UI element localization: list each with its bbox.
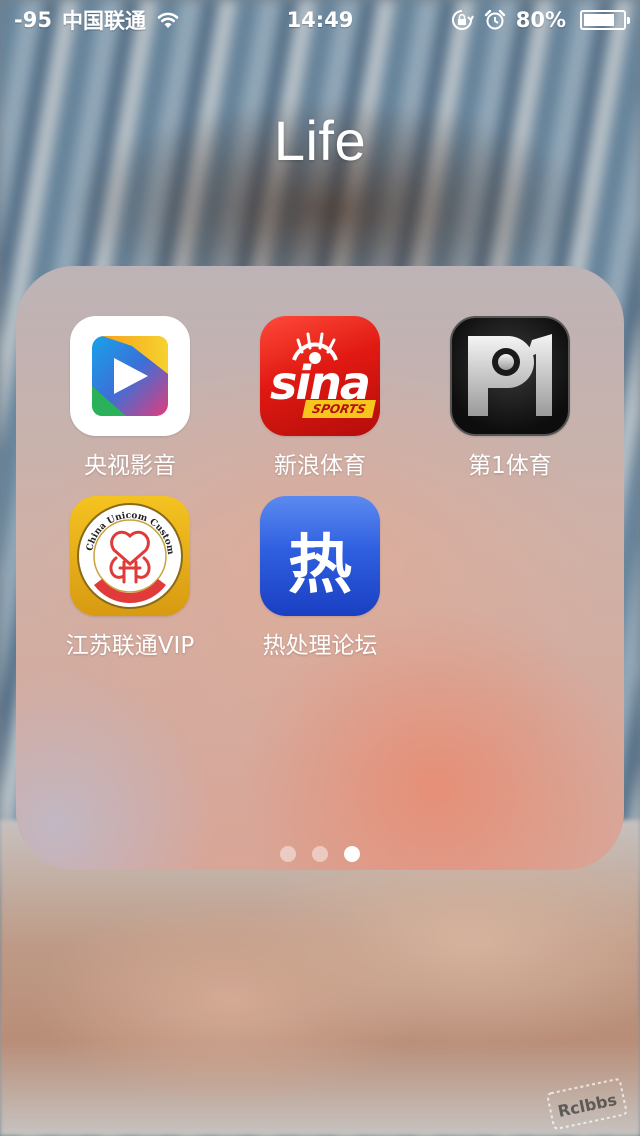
status-right: 80% (450, 8, 630, 32)
status-left: -95 中国联通 (14, 5, 180, 35)
folder-title[interactable]: Life (0, 108, 640, 173)
app-sina-sports[interactable]: sina SPORTS 新浪体育 (240, 316, 400, 486)
rotation-lock-icon (450, 8, 474, 32)
app-unicom-vip[interactable]: China Unicom Customer Club 江苏联通VIP (50, 496, 210, 666)
app-label: 热处理论坛 (262, 633, 378, 659)
app-heat-treatment-forum[interactable]: 热 热处理论坛 (240, 496, 400, 666)
app-cctv[interactable]: 央视影音 (50, 316, 210, 486)
app-di1-sports[interactable]: 第1体育 (430, 316, 590, 486)
app-label: 新浪体育 (274, 453, 366, 479)
heat-character: 热 (288, 529, 352, 603)
folder-panel: 央视影音 sina SPORTS 新浪体育 第1体育 China Unicom … (16, 266, 624, 870)
sina-sports-icon[interactable]: sina SPORTS (260, 316, 380, 436)
di1-sports-icon[interactable] (450, 316, 570, 436)
unicom-vip-icon[interactable]: China Unicom Customer Club (70, 496, 190, 616)
page-indicator[interactable] (16, 846, 624, 862)
cctv-icon[interactable] (70, 316, 190, 436)
page-dot[interactable] (312, 846, 328, 862)
battery-icon (580, 10, 630, 30)
page-dot-active[interactable] (344, 846, 360, 862)
battery-percentage: 80% (515, 8, 566, 32)
heat-treatment-forum-icon[interactable]: 热 (260, 496, 380, 616)
wifi-icon (156, 10, 180, 30)
page-dot[interactable] (280, 846, 296, 862)
watermark-text: Rclbbs (556, 1090, 618, 1121)
carrier-name: 中国联通 (61, 9, 146, 33)
battery-level (584, 14, 615, 26)
app-label: 第1体育 (468, 453, 552, 479)
signal-strength: -95 (14, 8, 52, 32)
sports-badge: SPORTS (302, 400, 376, 418)
status-bar: -95 中国联通 14:49 80% (0, 0, 640, 40)
app-label: 江苏联通VIP (65, 633, 195, 659)
app-label: 央视影音 (84, 453, 176, 479)
alarm-icon (484, 9, 506, 31)
